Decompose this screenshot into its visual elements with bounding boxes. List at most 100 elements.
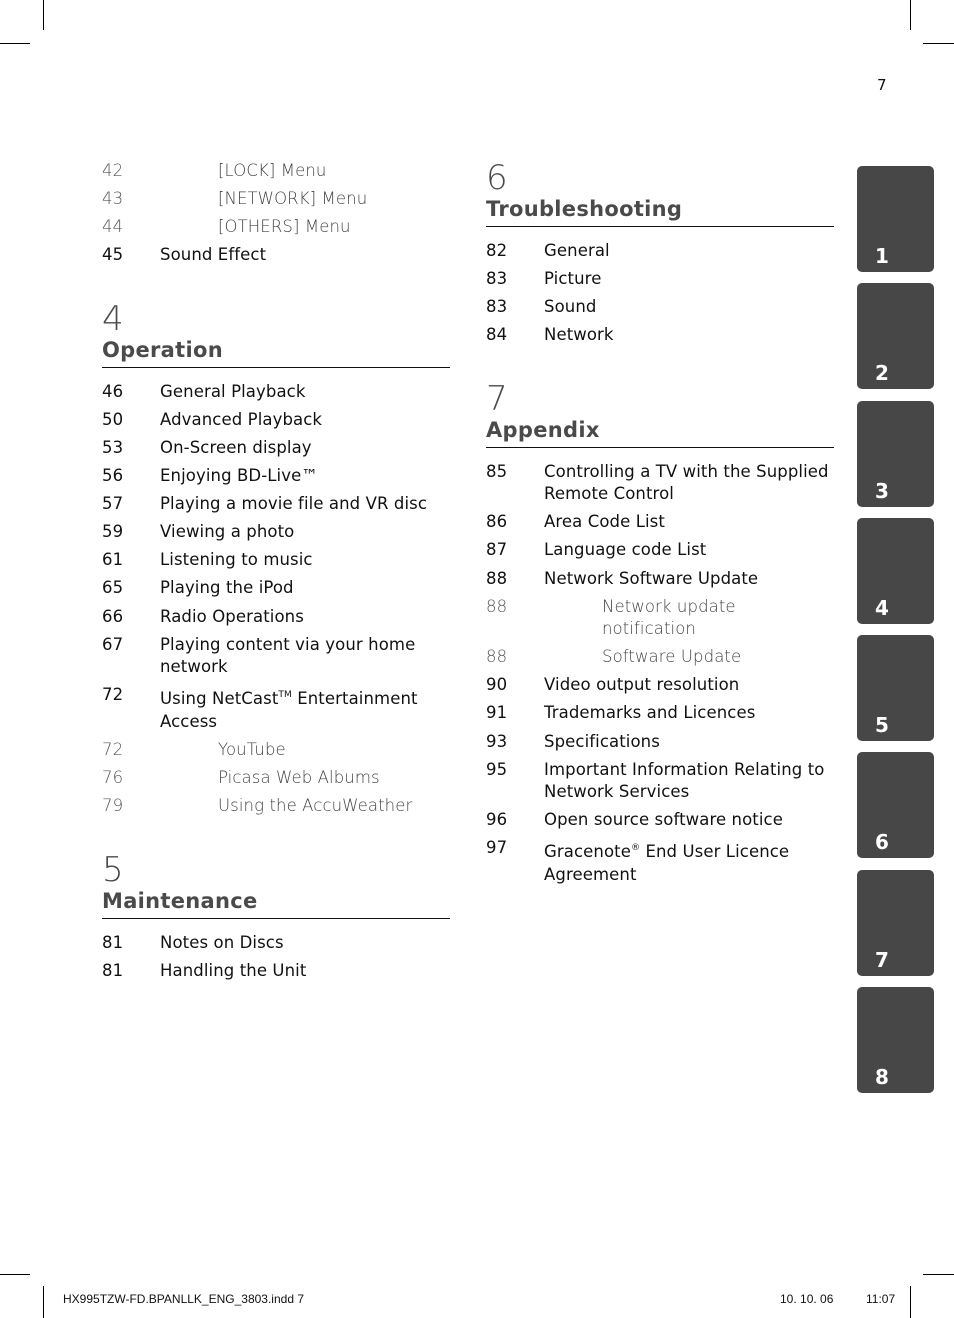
toc-entry[interactable]: 84 Network — [486, 324, 834, 347]
superscript-mark: ® — [630, 843, 641, 854]
toc-page-number: 82 — [486, 241, 508, 260]
chapter-tab-label: 4 — [875, 595, 889, 620]
toc-subentry[interactable]: 88 Network update notification — [486, 596, 834, 641]
chapter-tab-2[interactable]: 2 — [857, 283, 934, 390]
chapter-tab-label: 6 — [875, 830, 889, 855]
toc-page-number: 72 — [102, 685, 124, 705]
crop-mark-bottom-left-horizontal — [0, 1274, 30, 1275]
toc-entry-title: Area Code List — [544, 512, 665, 532]
toc-entry[interactable]: 67 Playing content via your home network — [102, 634, 450, 679]
toc-entry-title: Controlling a TV with the Supplied Remot… — [544, 461, 829, 504]
toc-entry-title: Picture — [544, 269, 602, 289]
toc-entry[interactable]: 72 Using NetCastTM Entertainment Access — [102, 684, 450, 733]
toc-entry[interactable]: 81 Notes on Discs — [102, 932, 450, 955]
toc-entry-title: Open source software notice — [544, 810, 783, 830]
toc-entry-title: Playing the iPod — [160, 578, 294, 598]
chapter-tab-8[interactable]: 8 — [857, 987, 934, 1094]
toc-entry-title: On-Screen display — [160, 437, 312, 457]
toc-entry[interactable]: 46 General Playback — [102, 381, 450, 404]
footer-date: 10. 10. 06 — [780, 1292, 834, 1306]
toc-entry[interactable]: 66 Radio Operations — [102, 606, 450, 629]
toc-entry-title: Enjoying BD-Live™ — [160, 466, 318, 486]
toc-entry-title: Listening to music — [160, 550, 313, 570]
chapter-tab-1[interactable]: 1 — [857, 166, 934, 272]
chapter-tab-4[interactable]: 4 — [857, 517, 934, 624]
chapter-tab-7[interactable]: 7 — [857, 869, 934, 976]
toc-entry-title: [NETWORK] Menu — [218, 189, 368, 209]
toc-entry[interactable]: 83 Sound — [486, 296, 834, 319]
toc-section: 4 Operation 46 General Playback 50 Advanced P… — [102, 301, 450, 818]
toc-entry-title: YouTube — [218, 739, 286, 759]
crop-mark-top-left-vertical — [43, 0, 44, 30]
toc-entry-title: Important Information Relating to Networ… — [544, 759, 825, 802]
toc-entry-title: General Playback — [160, 381, 306, 401]
toc-title-text: Gracenote — [544, 842, 631, 862]
chapter-tab-label: 2 — [875, 361, 889, 386]
page-number: 7 — [877, 76, 887, 94]
toc-entry-title: Picasa Web Albums — [218, 767, 380, 787]
toc-entry[interactable]: 97 Gracenote® End User Licence Agreement — [486, 837, 834, 886]
toc-page-number: 65 — [102, 578, 124, 598]
toc-subentry[interactable]: 44 [OTHERS] Menu — [102, 216, 450, 239]
toc-entry-title: Network — [544, 325, 614, 345]
toc-entry[interactable]: 91 Trademarks and Licences — [486, 702, 834, 725]
toc-entry-title: Language code List — [544, 540, 707, 560]
toc-entry-title: [LOCK] Menu — [218, 161, 327, 180]
toc-entry[interactable]: 65 Playing the iPod — [102, 577, 450, 600]
footer-file-name: HX995TZW-FD.BPANLLK_ENG_3803.indd 7 — [63, 1292, 305, 1306]
chapter-tab-3[interactable]: 3 — [857, 400, 934, 507]
toc-subentry[interactable]: 43 [NETWORK] Menu — [102, 188, 450, 211]
chapter-tab-5[interactable]: 5 — [857, 635, 934, 742]
toc-entry[interactable]: 61 Listening to music — [102, 549, 450, 572]
chapter-tab-6[interactable]: 6 — [857, 752, 934, 859]
toc-left-column: 42 [LOCK] Menu 43 [NETWORK] Menu 44 [OTHERS] … — [102, 160, 450, 988]
toc-subentry[interactable]: 79 Using the AccuWeather — [102, 795, 450, 818]
toc-entry[interactable]: 50 Advanced Playback — [102, 409, 450, 432]
toc-entry[interactable]: 57 Playing a movie file and VR disc — [102, 493, 450, 516]
toc-entry[interactable]: 53 On-Screen display — [102, 437, 450, 460]
toc-entry[interactable]: 90 Video output resolution — [486, 674, 834, 697]
toc-entry-title: Playing content via your home network — [160, 634, 416, 677]
toc-page-number: 85 — [486, 461, 508, 481]
toc-page-number: 57 — [102, 494, 124, 514]
toc-page-number: 91 — [486, 703, 508, 723]
toc-page-number: 45 — [102, 245, 124, 265]
toc-entry[interactable]: 59 Viewing a photo — [102, 521, 450, 544]
toc-entry[interactable]: 82 General — [486, 240, 834, 263]
toc-entry-title: Viewing a photo — [160, 522, 295, 542]
chapter-tab-label: 3 — [875, 478, 889, 503]
chapter-tabs: 1 2 3 4 5 6 7 8 — [857, 166, 934, 1104]
toc-entry-title: Radio Operations — [160, 606, 304, 626]
toc-entry[interactable]: 93 Specifications — [486, 731, 834, 754]
toc-page-number: 76 — [102, 767, 124, 787]
toc-entry[interactable]: 85 Controlling a TV with the Supplied Rem… — [486, 461, 834, 506]
toc-page-number: 42 — [102, 161, 124, 180]
section-number: 4 — [102, 298, 124, 339]
toc-section: 6 Troubleshooting 82 General 83 Picture 83 Soun… — [486, 160, 834, 347]
toc-entry-title: Playing a movie file and VR disc — [160, 494, 428, 514]
toc-entry[interactable]: 81 Handling the Unit — [102, 960, 450, 983]
toc-page-number: 83 — [486, 269, 508, 289]
toc-entry[interactable]: 96 Open source software notice — [486, 809, 834, 832]
toc-subentry[interactable]: 42 [LOCK] Menu — [102, 160, 450, 183]
crop-mark-top-right-horizontal — [923, 43, 954, 44]
toc-subentry[interactable]: 72 YouTube — [102, 739, 450, 762]
toc-entry[interactable]: 87 Language code List — [486, 539, 834, 562]
toc-page-number: 43 — [102, 189, 124, 209]
toc-subentry[interactable]: 76 Picasa Web Albums — [102, 767, 450, 790]
toc-page-number: 66 — [102, 606, 124, 626]
toc-entry[interactable]: 88 Network Software Update — [486, 568, 834, 591]
toc-entry[interactable]: 45 Sound Effect — [102, 244, 450, 267]
toc-page-number: 87 — [486, 540, 508, 560]
toc-title-text: Using NetCast — [160, 689, 279, 709]
toc-entry[interactable]: 83 Picture — [486, 268, 834, 291]
toc-page-number: 95 — [486, 759, 508, 779]
toc-page-number: 72 — [102, 739, 124, 759]
toc-entry[interactable]: 86 Area Code List — [486, 511, 834, 534]
toc-page-number: 79 — [102, 796, 124, 815]
toc-page-number: 56 — [102, 466, 124, 486]
toc-entry[interactable]: 95 Important Information Relating to Netw… — [486, 759, 834, 804]
toc-page-number: 88 — [486, 647, 508, 667]
toc-subentry[interactable]: 88 Software Update — [486, 646, 834, 669]
toc-entry[interactable]: 56 Enjoying BD-Live™ — [102, 465, 450, 488]
